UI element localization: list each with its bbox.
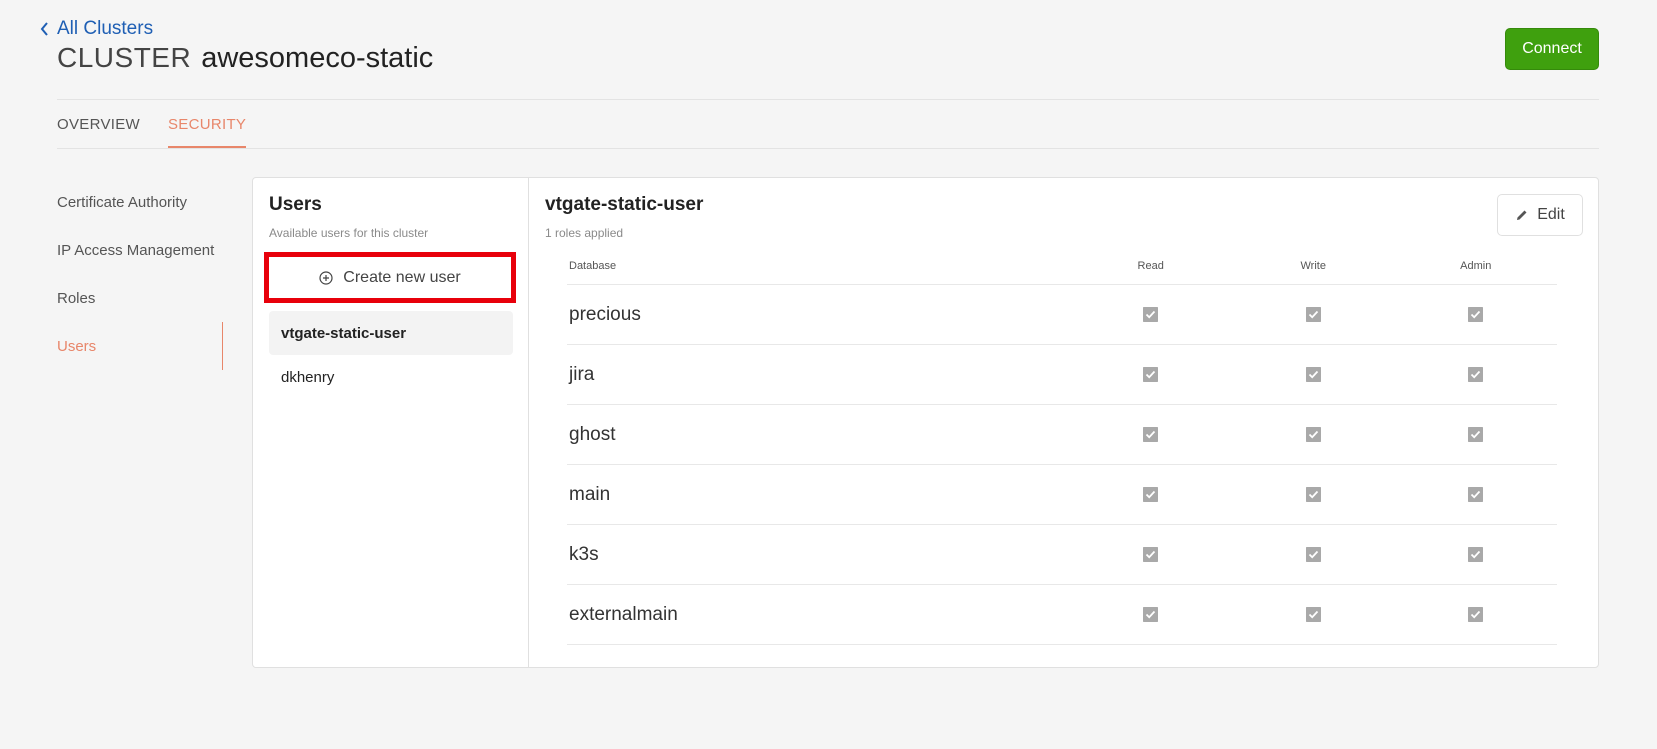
cell-write bbox=[1232, 307, 1395, 322]
database-name: precious bbox=[569, 303, 641, 325]
cell-admin bbox=[1394, 427, 1557, 442]
edit-label: Edit bbox=[1537, 206, 1565, 223]
checked-checkbox-icon[interactable] bbox=[1305, 547, 1321, 562]
database-name: ghost bbox=[569, 423, 616, 445]
cell-read bbox=[1069, 607, 1232, 622]
checked-checkbox-icon[interactable] bbox=[1468, 367, 1484, 382]
cell-read bbox=[1069, 547, 1232, 562]
tab-bar: OVERVIEW SECURITY bbox=[57, 100, 247, 148]
database-name: externalmain bbox=[569, 603, 678, 625]
cell-read bbox=[1069, 367, 1232, 382]
checked-checkbox-icon[interactable] bbox=[1468, 547, 1484, 562]
edit-button[interactable]: Edit bbox=[1497, 194, 1583, 236]
database-name: k3s bbox=[569, 543, 599, 565]
table-body: precious jira ghost main k3s externalmain bbox=[567, 285, 1557, 645]
checked-checkbox-icon[interactable] bbox=[1305, 427, 1321, 442]
back-link-label: All Clusters bbox=[57, 18, 154, 39]
checked-checkbox-icon[interactable] bbox=[1468, 487, 1484, 502]
checked-checkbox-icon[interactable] bbox=[1143, 607, 1159, 622]
column-header-read: Read bbox=[1137, 260, 1164, 272]
table-row: jira bbox=[567, 345, 1557, 405]
pencil-icon bbox=[1517, 210, 1527, 220]
checked-checkbox-icon[interactable] bbox=[1305, 367, 1321, 382]
users-subtitle: Available users for this cluster bbox=[269, 226, 429, 240]
cell-write bbox=[1232, 607, 1395, 622]
sidebar-item-ip-access-management[interactable]: IP Access Management bbox=[57, 226, 223, 274]
cell-admin bbox=[1394, 367, 1557, 382]
users-list-column: Users Available users for this cluster C… bbox=[253, 178, 529, 667]
table-row: main bbox=[567, 465, 1557, 525]
cell-read bbox=[1069, 487, 1232, 502]
checked-checkbox-icon[interactable] bbox=[1468, 307, 1484, 322]
column-header-admin: Admin bbox=[1460, 260, 1492, 272]
permissions-table: Database Read Write Admin precious jira gh… bbox=[567, 248, 1557, 645]
checked-checkbox-icon[interactable] bbox=[1143, 487, 1159, 502]
table-row: precious bbox=[567, 285, 1557, 345]
users-panel: Users Available users for this cluster C… bbox=[252, 177, 1599, 668]
roles-applied-count: 1 roles applied bbox=[545, 226, 624, 240]
cell-read bbox=[1069, 307, 1232, 322]
user-detail: vtgate-static-user 1 roles applied Edit … bbox=[529, 178, 1598, 667]
checked-checkbox-icon[interactable] bbox=[1305, 607, 1321, 622]
cluster-name: awesomeco-static bbox=[201, 42, 434, 74]
database-name: jira bbox=[569, 363, 595, 385]
cell-admin bbox=[1394, 607, 1557, 622]
column-header-database: Database bbox=[569, 260, 617, 272]
checked-checkbox-icon[interactable] bbox=[1305, 487, 1321, 502]
table-row: externalmain bbox=[567, 585, 1557, 645]
checked-checkbox-icon[interactable] bbox=[1468, 427, 1484, 442]
checked-checkbox-icon[interactable] bbox=[1143, 367, 1159, 382]
table-header: Database Read Write Admin bbox=[567, 248, 1557, 285]
cell-admin bbox=[1394, 487, 1557, 502]
create-new-user-label: Create new user bbox=[343, 268, 461, 286]
create-new-user-button[interactable]: Create new user bbox=[264, 252, 516, 303]
cell-write bbox=[1232, 427, 1395, 442]
security-sidebar: Certificate Authority IP Access Manageme… bbox=[57, 178, 223, 370]
connect-button[interactable]: Connect bbox=[1505, 28, 1599, 70]
cluster-prefix: CLUSTER bbox=[57, 42, 192, 73]
page-title: CLUSTER awesomeco-static bbox=[57, 42, 433, 75]
cell-write bbox=[1232, 367, 1395, 382]
users-heading: Users bbox=[269, 194, 322, 215]
tab-security[interactable]: SECURITY bbox=[167, 100, 247, 148]
cell-admin bbox=[1394, 547, 1557, 562]
cell-admin bbox=[1394, 307, 1557, 322]
cell-write bbox=[1232, 547, 1395, 562]
sidebar-item-users[interactable]: Users bbox=[57, 322, 223, 370]
user-list: vtgate-static-user dkhenry bbox=[269, 311, 513, 399]
tabs-divider bbox=[57, 148, 1599, 149]
checked-checkbox-icon[interactable] bbox=[1305, 307, 1321, 322]
user-item-dkhenry[interactable]: dkhenry bbox=[269, 355, 513, 399]
tab-overview[interactable]: OVERVIEW bbox=[57, 100, 140, 148]
table-row: ghost bbox=[567, 405, 1557, 465]
checked-checkbox-icon[interactable] bbox=[1143, 427, 1159, 442]
sidebar-item-certificate-authority[interactable]: Certificate Authority bbox=[57, 178, 223, 226]
back-to-clusters-link[interactable]: All Clusters bbox=[40, 18, 153, 40]
checked-checkbox-icon[interactable] bbox=[1143, 307, 1159, 322]
chevron-left-icon bbox=[40, 22, 48, 36]
cell-write bbox=[1232, 487, 1395, 502]
sidebar-item-roles[interactable]: Roles bbox=[57, 274, 223, 322]
checked-checkbox-icon[interactable] bbox=[1143, 547, 1159, 562]
user-item-vtgate-static-user[interactable]: vtgate-static-user bbox=[269, 311, 513, 355]
header-divider bbox=[57, 99, 1599, 100]
cell-read bbox=[1069, 427, 1232, 442]
selected-user-title: vtgate-static-user bbox=[545, 194, 704, 215]
column-header-write: Write bbox=[1300, 260, 1326, 272]
add-circle-icon bbox=[319, 270, 333, 285]
table-row: k3s bbox=[567, 525, 1557, 585]
checked-checkbox-icon[interactable] bbox=[1468, 607, 1484, 622]
database-name: main bbox=[569, 483, 611, 505]
